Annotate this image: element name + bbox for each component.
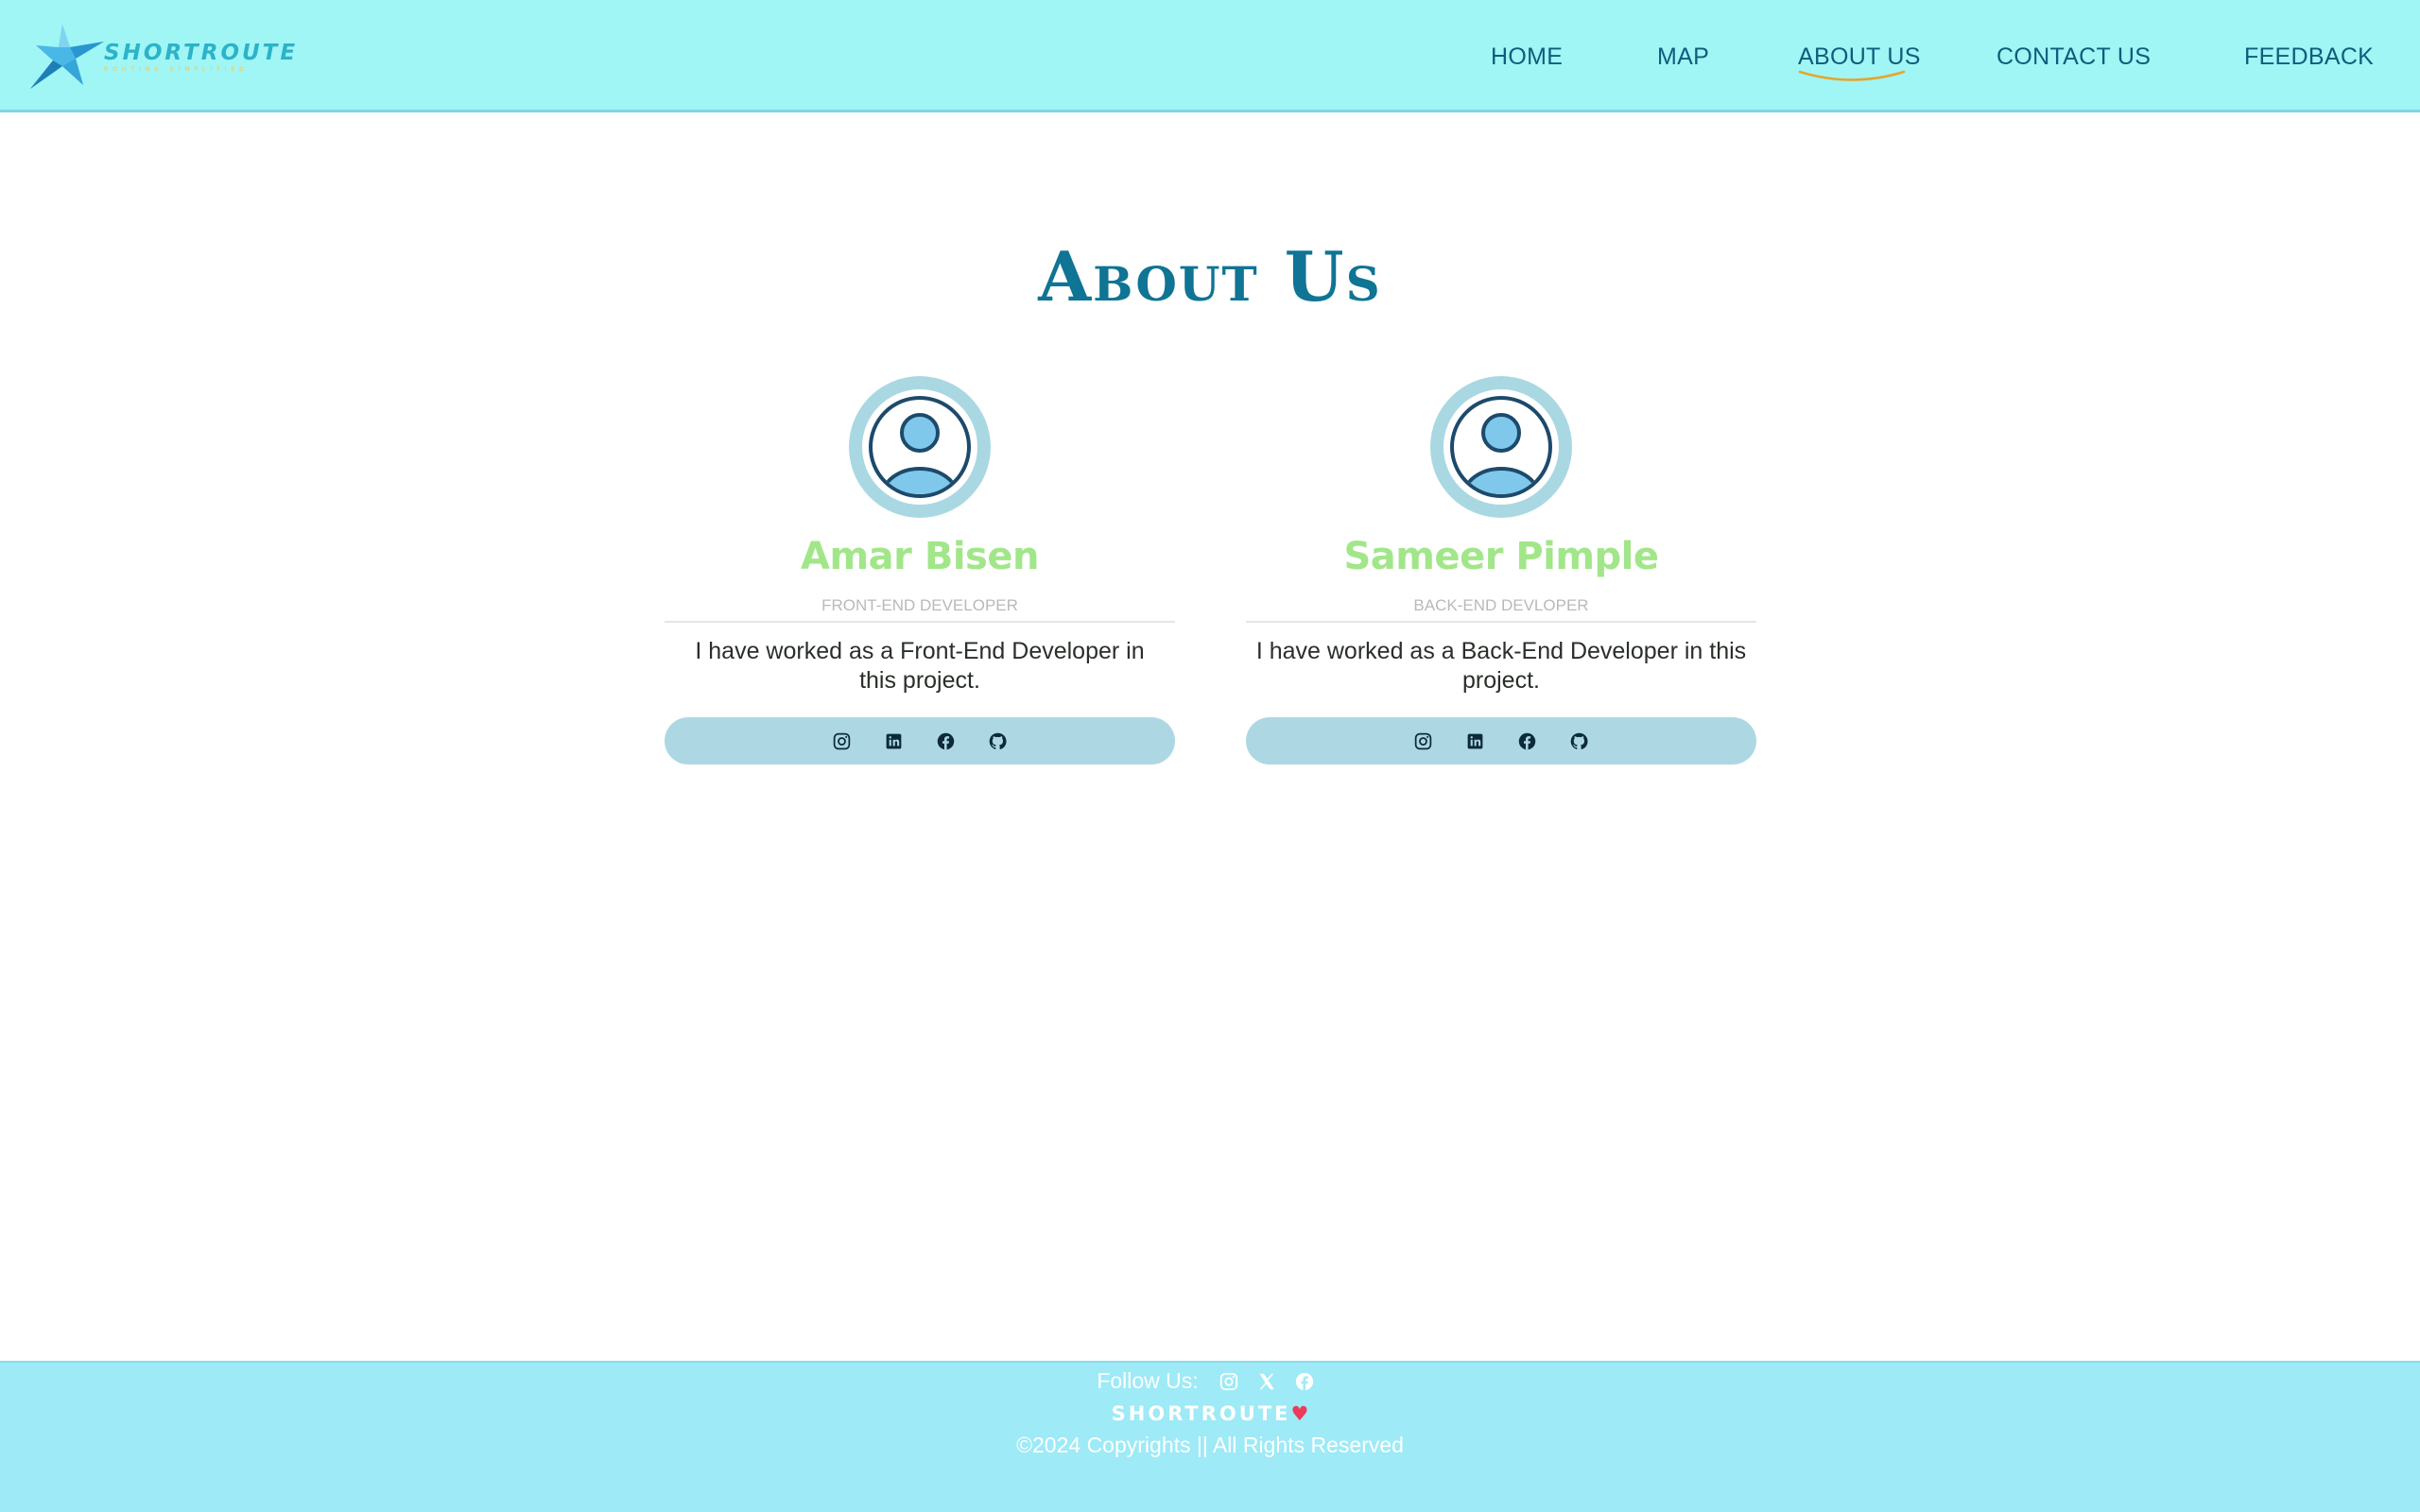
site-footer: Follow Us: SHORTROUTE♥ ©2024 Copyrights … [0, 1361, 2420, 1512]
active-underline [1798, 70, 1906, 81]
site-header: SHORTROUTE ROUTING SIMPLIFIED HOME MAP A… [0, 0, 2420, 112]
facebook-icon[interactable] [936, 731, 956, 751]
card-divider [665, 621, 1175, 623]
github-icon[interactable] [1569, 731, 1589, 751]
follow-us-row: Follow Us: [0, 1368, 2420, 1394]
nav-home[interactable]: HOME [1491, 43, 1563, 71]
user-avatar-icon [849, 376, 991, 518]
copyright-text: ©2024 Copyrights || All Rights Reserved [1016, 1433, 1404, 1457]
member-name: Sameer Pimple [1343, 535, 1659, 578]
member-description: I have worked as a Back-End Developer in… [1255, 638, 1747, 694]
linkedin-icon[interactable] [1465, 731, 1485, 751]
nav-contact-us[interactable]: CONTACT US [1996, 43, 2151, 71]
social-links-bar [1246, 717, 1756, 765]
instagram-icon[interactable] [832, 731, 852, 751]
facebook-icon[interactable] [1294, 1371, 1315, 1392]
instagram-icon[interactable] [1219, 1371, 1239, 1392]
star-icon [30, 25, 104, 89]
card-divider [1246, 621, 1756, 623]
logo-link[interactable]: SHORTROUTE ROUTING SIMPLIFIED [26, 23, 298, 91]
member-name: Amar Bisen [801, 535, 1039, 578]
x-icon[interactable] [1256, 1371, 1277, 1392]
nav-about-us[interactable]: ABOUT US [1798, 43, 1921, 81]
nav-map[interactable]: MAP [1657, 43, 1709, 71]
member-description: I have worked as a Front-End Developer i… [695, 638, 1145, 694]
instagram-icon[interactable] [1413, 731, 1433, 751]
linkedin-icon[interactable] [884, 731, 904, 751]
follow-us-label: Follow Us: [1097, 1368, 1199, 1393]
user-avatar-icon [1430, 376, 1572, 518]
footer-brand-name: SHORTROUTE [1111, 1402, 1291, 1425]
logo-text: SHORTROUTE ROUTING SIMPLIFIED [104, 41, 298, 73]
heart-icon: ♥ [1290, 1402, 1309, 1425]
footer-brand: SHORTROUTE♥ [0, 1402, 2420, 1425]
member-role: FRONT-END DEVELOPER [821, 596, 1018, 614]
logo-word: SHORTROUTE [104, 41, 299, 65]
page-title: About Us [1038, 236, 1382, 317]
member-role: BACK-END DEVLOPER [1413, 596, 1589, 614]
social-links-bar [665, 717, 1175, 765]
nav-about-us-label: ABOUT US [1798, 43, 1921, 70]
logo-tagline: ROUTING SIMPLIFIED [104, 66, 249, 73]
github-icon[interactable] [988, 731, 1008, 751]
facebook-icon[interactable] [1517, 731, 1537, 751]
nav-feedback[interactable]: FEEDBACK [2244, 43, 2374, 71]
